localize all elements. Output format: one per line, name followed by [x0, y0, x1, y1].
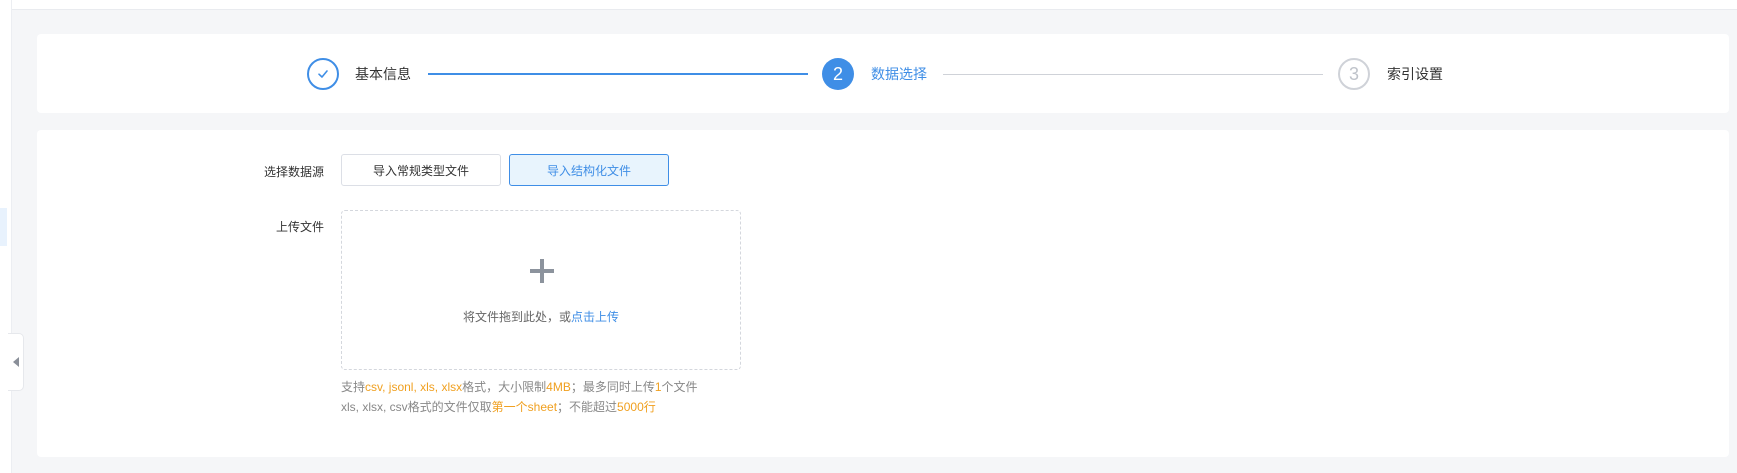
hint-formats: csv, jsonl, xls, xlsx	[365, 380, 463, 394]
import-regular-file-button[interactable]: 导入常规类型文件	[341, 154, 501, 186]
upload-drag-text: 将文件拖到此处，或	[462, 310, 571, 324]
step-connector-2	[943, 74, 1323, 75]
data-selection-form: 选择数据源 导入常规类型文件 导入结构化文件 上传文件 将文件拖到此处，或点击上…	[37, 130, 1729, 457]
hint-text: xls, xlsx, csv格式的文件仅取	[341, 400, 492, 414]
hint-text: ；最多同时上传	[570, 380, 655, 394]
hint-text: 格式，大小限制	[462, 380, 547, 394]
plus-icon	[530, 259, 554, 283]
collapse-arrow-icon	[12, 357, 19, 367]
steps-panel: 基本信息 2 数据选择 3 索引设置	[37, 34, 1729, 113]
click-upload-link[interactable]: 点击上传	[571, 310, 619, 324]
step-3-label: 索引设置	[1387, 66, 1443, 82]
hint-text: ；不能超过	[557, 400, 618, 414]
check-icon	[318, 70, 328, 78]
step-2-label: 数据选择	[871, 66, 927, 82]
hint-text: 个文件	[661, 380, 698, 394]
step-3-circle: 3	[1338, 58, 1370, 90]
step-1-circle	[307, 58, 339, 90]
hint-file-count: 1	[654, 380, 662, 394]
upload-instructions: 将文件拖到此处，或点击上传	[342, 308, 740, 325]
hint-row-limit: 5000行	[617, 400, 656, 414]
data-source-label: 选择数据源	[264, 165, 325, 179]
top-header-bar	[12, 0, 1737, 10]
hint-text: 支持	[341, 380, 366, 394]
step-2-circle: 2	[822, 58, 854, 90]
hint-size-limit: 4MB	[546, 380, 571, 394]
upload-file-label: 上传文件	[276, 220, 325, 234]
step-1-label: 基本信息	[355, 66, 411, 82]
sidebar-collapse-button[interactable]	[8, 333, 24, 391]
import-structured-file-button[interactable]: 导入结构化文件	[509, 154, 669, 186]
upload-hint-sheet: xls, xlsx, csv格式的文件仅取第一个sheet；不能超过5000行	[341, 400, 656, 414]
step-connector-1	[428, 73, 808, 75]
upload-dropzone[interactable]: 将文件拖到此处，或点击上传	[341, 210, 741, 370]
hint-sheet: 第一个sheet	[491, 400, 558, 414]
upload-hint-formats: 支持csv, jsonl, xls, xlsx格式，大小限制4MB；最多同时上传…	[341, 380, 698, 394]
sidebar-active-indicator	[0, 208, 7, 246]
